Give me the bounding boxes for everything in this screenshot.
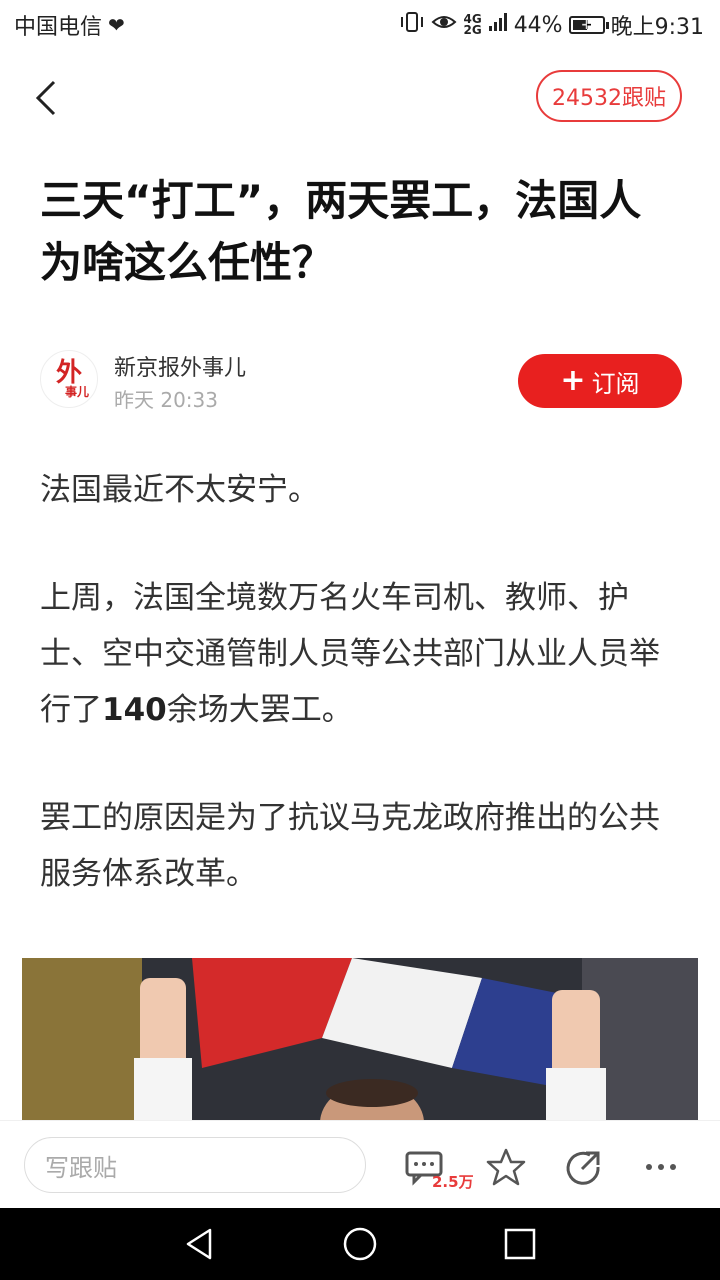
signal-icon: [488, 12, 508, 38]
status-left: 中国电信 ❤: [14, 9, 125, 41]
clock-label: 晚上9:31: [610, 15, 704, 40]
strike-count: 140: [102, 692, 167, 728]
photo-illustration: [22, 958, 698, 1120]
avatar-text-small: 事儿: [64, 385, 89, 399]
nav-back-button[interactable]: [182, 1226, 218, 1262]
status-bar: 中国电信 ❤ 4G 2G 44% + 晚上9:31: [0, 0, 720, 50]
back-button[interactable]: [30, 78, 64, 118]
author-row: 外 事儿 新京报外事儿 昨天 20:33 + 订阅: [40, 350, 682, 412]
network-type-label: 4G 2G: [463, 13, 482, 37]
share-button[interactable]: [564, 1147, 604, 1187]
subscribe-button[interactable]: + 订阅: [518, 354, 682, 408]
article-title: 三天“打工”，两天罢工，法国人为啥这么任性？: [40, 176, 642, 287]
favorite-button[interactable]: [486, 1147, 526, 1187]
battery-percent: 44%: [513, 12, 563, 38]
battery-icon: +: [568, 16, 609, 34]
bottom-action-bar: 写跟贴 2.5万: [0, 1120, 720, 1208]
comment-count: 2.5万: [432, 1173, 474, 1191]
network-bottom: 2G: [463, 23, 482, 37]
more-icon: [646, 1164, 676, 1170]
reply-input[interactable]: 写跟贴: [24, 1137, 366, 1193]
article-body: 法国最近不太安宁。 上周，法国全境数万名火车司机、教师、护士、空中交通管制人员等…: [40, 462, 686, 954]
paragraph: 罢工的原因是为了抗议马克龙政府推出的公共服务体系改革。: [40, 800, 660, 892]
top-nav: 24532跟贴: [0, 50, 720, 145]
publish-time: 昨天 20:33: [114, 388, 218, 412]
paragraph: 上周，法国全境数万名火车司机、教师、护士、空中交通管制人员等公共部门从业人员举行…: [40, 570, 686, 738]
nav-back-icon: [186, 1228, 212, 1260]
vibrate-icon: [399, 11, 425, 39]
nav-home-button[interactable]: [342, 1226, 378, 1262]
reply-count-button[interactable]: 24532跟贴: [536, 70, 682, 122]
paragraph-text: 余场大罢工。: [166, 692, 353, 728]
carrier-label: 中国电信: [14, 15, 103, 40]
avatar-text-big: 外: [55, 358, 82, 388]
share-icon: [566, 1151, 600, 1185]
more-button[interactable]: [642, 1147, 682, 1187]
system-nav-bar: [0, 1208, 720, 1280]
eye-icon: [431, 11, 457, 39]
author-name[interactable]: 新京报外事儿: [114, 350, 246, 382]
nav-recents-button[interactable]: [502, 1226, 538, 1262]
status-right: 4G 2G 44% + 晚上9:31: [399, 9, 704, 41]
back-arrow-icon: [35, 80, 56, 116]
nav-recents-icon: [504, 1228, 536, 1260]
nav-home-icon: [343, 1227, 377, 1261]
author-avatar[interactable]: 外 事儿: [40, 350, 98, 408]
heart-icon: ❤: [108, 13, 125, 37]
plus-icon: +: [560, 363, 586, 398]
article-photo[interactable]: [22, 958, 698, 1120]
paragraph: 法国最近不太安宁。: [40, 472, 319, 508]
star-icon: [486, 1148, 526, 1186]
subscribe-label: 订阅: [591, 369, 640, 398]
